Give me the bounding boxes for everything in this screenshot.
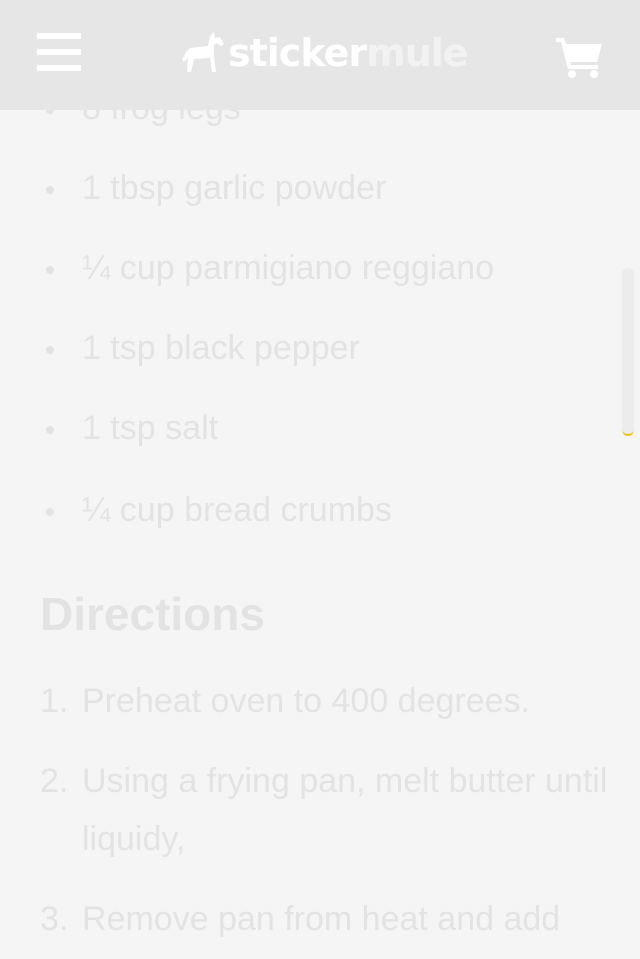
ingredient-text: 1 tsp black pepper (82, 329, 360, 367)
list-item: 1. Preheat oven to 400 degrees. (40, 672, 612, 730)
list-item: ¼ cup bread crumbs (46, 490, 392, 530)
list-item: ¼ cup parmigiano reggiano (46, 248, 495, 288)
list-item: 2. Using a frying pan, melt butter until… (40, 752, 612, 868)
ingredient-text: 1 tbsp garlic powder (82, 169, 387, 207)
bullet-icon (46, 186, 54, 194)
hamburger-menu-icon[interactable] (37, 33, 81, 73)
recipe-content: 8 frog legs 1 tbsp garlic powder ¼ cup p… (0, 0, 640, 959)
stickermule-logo[interactable]: stickermule (180, 28, 469, 78)
step-number: 3. (40, 900, 69, 938)
step-text: Preheat oven to 400 degrees. (82, 682, 530, 720)
list-item: 1 tsp salt (46, 408, 219, 448)
mule-icon (182, 32, 224, 72)
list-item: 1 tbsp garlic powder (46, 168, 387, 208)
list-item: 3. Remove pan from heat and add (40, 890, 612, 948)
step-number: 2. (40, 762, 69, 800)
top-nav-bar: stickermule (0, 0, 640, 110)
step-text: Remove pan from heat and add (82, 900, 561, 938)
shopping-cart-icon[interactable] (556, 36, 604, 78)
ingredient-text: ¼ cup parmigiano reggiano (82, 249, 495, 287)
bullet-icon (46, 426, 54, 434)
scrollbar-thumb[interactable] (622, 268, 634, 436)
logo-text-sticker: sticker (228, 31, 367, 75)
directions-heading: Directions (40, 588, 265, 640)
bullet-icon (46, 508, 54, 516)
ingredient-text: 1 tsp salt (82, 409, 219, 447)
logo-text: stickermule (228, 28, 469, 78)
bullet-icon (46, 346, 54, 354)
step-text: Using a frying pan, melt butter until li… (82, 762, 608, 858)
ingredient-text: ¼ cup bread crumbs (82, 491, 392, 529)
step-number: 1. (40, 682, 69, 720)
list-item: 1 tsp black pepper (46, 328, 360, 368)
logo-text-mule: mule (366, 31, 468, 75)
bullet-icon (46, 266, 54, 274)
recipe-page: 8 frog legs 1 tbsp garlic powder ¼ cup p… (0, 0, 640, 959)
